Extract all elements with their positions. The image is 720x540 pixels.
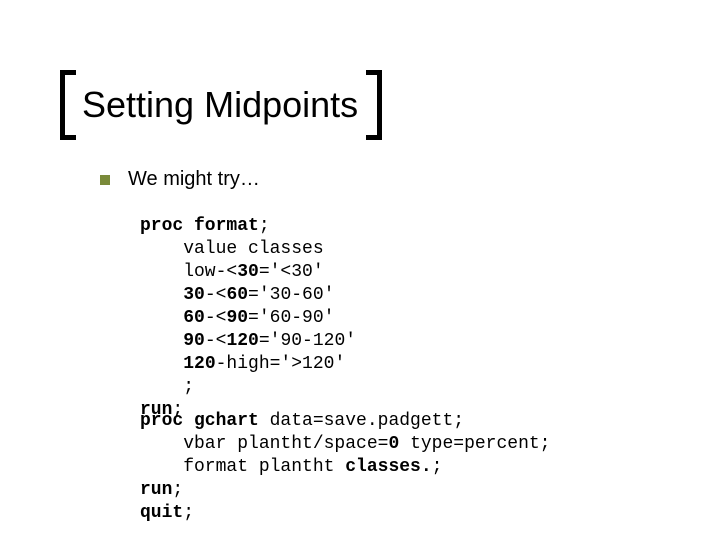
code-line: ; (140, 377, 194, 397)
code-token: ='30-60' (248, 285, 334, 305)
code-token: ; (172, 480, 183, 500)
code-token: ='90-120' (259, 331, 356, 351)
code-block-proc-gchart: proc gchart data=save.padgett; vbar plan… (140, 410, 551, 525)
code-block-proc-format: proc format; value classes low-<30='<30'… (140, 215, 356, 422)
code-token: classes. (345, 457, 431, 477)
code-token: format plantht (140, 457, 345, 477)
code-token: run (140, 480, 172, 500)
code-token: ; (259, 216, 270, 236)
code-token: low-< (140, 262, 237, 282)
code-token (140, 285, 183, 305)
slide: Setting Midpoints We might try… proc for… (0, 0, 720, 540)
code-token (140, 308, 183, 328)
code-token: ; (432, 457, 443, 477)
code-token: proc gchart (140, 411, 270, 431)
code-token: 60 (226, 285, 248, 305)
code-token (140, 354, 183, 374)
bracket-left-icon (60, 70, 76, 140)
code-token: vbar plantht/space= (140, 434, 388, 454)
bullet-item: We might try… (100, 168, 260, 191)
code-token: proc format (140, 216, 259, 236)
code-line: value classes (140, 239, 324, 259)
code-token: -< (205, 331, 227, 351)
code-token: 30 (183, 285, 205, 305)
code-token: data=save.padgett; (270, 411, 464, 431)
code-token: ='60-90' (248, 308, 334, 328)
square-bullet-icon (100, 175, 110, 185)
code-token: 120 (183, 354, 215, 374)
code-token: 120 (226, 331, 258, 351)
code-token: type=percent; (410, 434, 550, 454)
code-token: 0 (388, 434, 410, 454)
code-token: 90 (226, 308, 248, 328)
code-token: -< (205, 308, 227, 328)
code-token: -high='>120' (216, 354, 346, 374)
code-token: ; (183, 503, 194, 523)
code-token: ='<30' (259, 262, 324, 282)
code-token: 30 (237, 262, 259, 282)
code-token: quit (140, 503, 183, 523)
title-text: Setting Midpoints (76, 87, 366, 123)
code-token: 90 (183, 331, 205, 351)
bullet-text: We might try… (128, 168, 260, 191)
code-token (140, 331, 183, 351)
bracket-right-icon (366, 70, 382, 140)
slide-title: Setting Midpoints (60, 70, 382, 140)
code-token: -< (205, 285, 227, 305)
code-token: 60 (183, 308, 205, 328)
